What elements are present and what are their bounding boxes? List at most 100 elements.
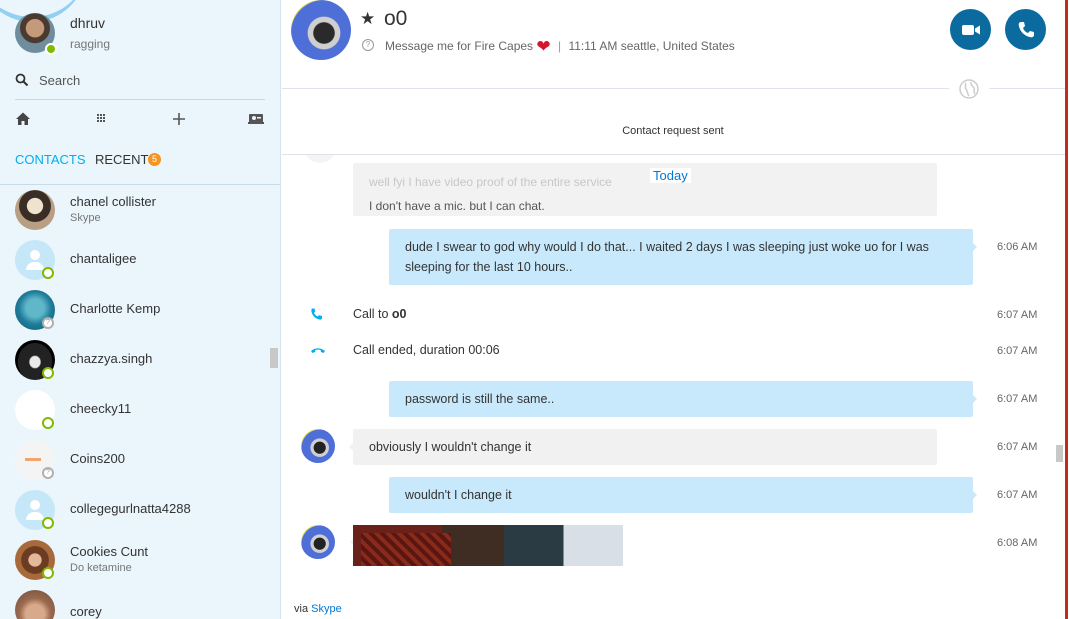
contact-name: cheecky11 bbox=[70, 401, 132, 416]
message-text: I don't have a mic. but I can chat. bbox=[369, 199, 545, 213]
online-status-icon bbox=[42, 417, 54, 429]
sidebar-toolbar bbox=[0, 108, 280, 134]
contact-name: chanel collister bbox=[70, 194, 156, 209]
list-item[interactable]: cheecky11 bbox=[0, 385, 268, 435]
video-call-button[interactable] bbox=[950, 9, 991, 50]
avatar bbox=[304, 155, 336, 163]
contact-name: chantaligee bbox=[70, 251, 137, 266]
message-text: wouldn't I change it bbox=[405, 488, 512, 502]
audio-call-button[interactable] bbox=[1005, 9, 1046, 50]
recent-count-badge: 5 bbox=[148, 153, 161, 166]
header-divider bbox=[282, 88, 949, 89]
contact-name: Coins200 bbox=[70, 451, 125, 466]
star-icon[interactable]: ★ bbox=[360, 9, 375, 29]
contact-avatar[interactable] bbox=[291, 0, 351, 60]
hang-up-icon bbox=[311, 348, 325, 353]
message-timestamp: 6:07 AM bbox=[997, 393, 1038, 405]
message-timestamp: 6:07 AM bbox=[997, 309, 1038, 321]
message-bubble-incoming[interactable]: well fyi I have video proof of the entir… bbox=[353, 163, 937, 216]
profile-avatar[interactable] bbox=[15, 13, 57, 55]
via-skype-footer: via Skype bbox=[294, 603, 342, 615]
message-timestamp: 6:06 AM bbox=[997, 241, 1038, 253]
tab-contacts[interactable]: CONTACTS bbox=[15, 152, 86, 167]
online-status-icon bbox=[45, 43, 57, 55]
message-bubble-outgoing[interactable]: wouldn't I change it bbox=[389, 477, 977, 513]
list-item[interactable]: ? Charlotte Kemp bbox=[0, 285, 268, 335]
avatar[interactable] bbox=[301, 525, 335, 559]
tab-recent[interactable]: RECENT bbox=[95, 152, 148, 167]
plus-icon[interactable] bbox=[169, 110, 189, 130]
avatar bbox=[15, 590, 55, 619]
avatar bbox=[15, 240, 59, 284]
list-item[interactable]: collegegurlnatta4288 bbox=[0, 485, 268, 535]
skype-window: dhruv ragging Search CONTACTS RECENT 5 c… bbox=[0, 0, 1069, 619]
profile-mood[interactable]: ragging bbox=[70, 37, 110, 51]
phone-icon bbox=[311, 308, 322, 320]
list-item[interactable]: chazzya.singh bbox=[0, 335, 268, 385]
online-status-icon bbox=[42, 367, 54, 379]
avatar[interactable] bbox=[301, 429, 335, 463]
heart-icon: ❤ bbox=[536, 37, 551, 56]
list-item[interactable]: ? Coins200 bbox=[0, 435, 268, 485]
message-text: dude I swear to god why would I do that.… bbox=[405, 240, 929, 274]
call-event-text: Call to o0 bbox=[353, 307, 407, 321]
call-target-name: o0 bbox=[391, 307, 407, 321]
list-item[interactable]: corey bbox=[0, 585, 268, 619]
status-unknown-icon: ? bbox=[42, 467, 54, 479]
call-event-text: Call ended, duration 00:06 bbox=[353, 343, 500, 357]
avatar bbox=[15, 390, 59, 434]
date-separator: Today bbox=[650, 168, 691, 183]
contact-list: chanel collister Skype chantaligee ? Cha… bbox=[0, 185, 280, 619]
call-event-label: Call to bbox=[353, 307, 392, 321]
contact-name: corey bbox=[70, 604, 102, 619]
contact-status-text: Skype bbox=[70, 212, 101, 224]
contact-subtitle: Message me for Fire Capes ❤ | 11:11 AM s… bbox=[385, 37, 735, 57]
list-item[interactable]: chanel collister Skype bbox=[0, 185, 268, 235]
contact-mood: Message me for Fire Capes bbox=[385, 39, 534, 53]
contact-request-notice: Contact request sent bbox=[622, 125, 724, 137]
profile-name[interactable]: dhruv bbox=[70, 15, 105, 31]
skype-link[interactable]: Skype bbox=[311, 603, 342, 615]
message-bubble-outgoing[interactable]: dude I swear to god why would I do that.… bbox=[389, 229, 977, 285]
dialpad-icon[interactable] bbox=[91, 110, 111, 130]
avatar bbox=[15, 540, 59, 584]
message-bubble-outgoing[interactable]: password is still the same.. bbox=[389, 381, 977, 417]
message-timestamp: 6:07 AM bbox=[997, 441, 1038, 453]
conversation-pane: ★ o0 ? Message me for Fire Capes ❤ | 11:… bbox=[282, 0, 1068, 619]
online-status-icon bbox=[42, 267, 54, 279]
online-status-icon bbox=[42, 567, 54, 579]
search-box[interactable] bbox=[15, 70, 265, 100]
status-unknown-icon: ? bbox=[42, 317, 54, 329]
avatar bbox=[15, 190, 55, 230]
contact-name: Cookies Cunt bbox=[70, 544, 149, 559]
chat-scrollbar-thumb[interactable] bbox=[1056, 445, 1063, 462]
list-item[interactable]: Cookies Cunt Do ketamine bbox=[0, 535, 268, 585]
message-text: well fyi I have video proof of the entir… bbox=[369, 175, 612, 189]
video-camera-icon bbox=[962, 25, 980, 35]
online-status-icon bbox=[42, 517, 54, 529]
window-edge-accent bbox=[1065, 0, 1068, 619]
contact-name: Charlotte Kemp bbox=[70, 301, 161, 316]
message-bubble-incoming[interactable]: obviously I wouldn't change it bbox=[349, 429, 937, 465]
message-timestamp: 6:08 AM bbox=[997, 537, 1038, 549]
avatar: ? bbox=[15, 290, 59, 334]
message-timestamp: 6:07 AM bbox=[997, 489, 1038, 501]
search-input[interactable] bbox=[39, 70, 259, 90]
contact-card-icon[interactable] bbox=[246, 110, 266, 130]
sidebar-scrollbar-thumb[interactable] bbox=[270, 348, 278, 368]
home-icon[interactable] bbox=[13, 110, 33, 130]
message-text: obviously I wouldn't change it bbox=[369, 440, 532, 454]
message-history: well fyi I have video proof of the entir… bbox=[282, 155, 1064, 566]
list-item[interactable]: chantaligee bbox=[0, 235, 268, 285]
conversation-title[interactable]: o0 bbox=[384, 7, 407, 31]
avatar: ? bbox=[15, 440, 59, 484]
avatar bbox=[15, 340, 59, 384]
message-text: password is still the same.. bbox=[405, 392, 555, 406]
image-attachment[interactable] bbox=[353, 525, 623, 566]
search-icon bbox=[15, 73, 29, 87]
contact-local-time: 11:11 AM seattle, United States bbox=[568, 39, 735, 53]
avatar bbox=[15, 490, 59, 534]
contact-name: chazzya.singh bbox=[70, 351, 153, 366]
via-prefix: via bbox=[294, 603, 309, 615]
header-divider bbox=[989, 88, 1066, 89]
